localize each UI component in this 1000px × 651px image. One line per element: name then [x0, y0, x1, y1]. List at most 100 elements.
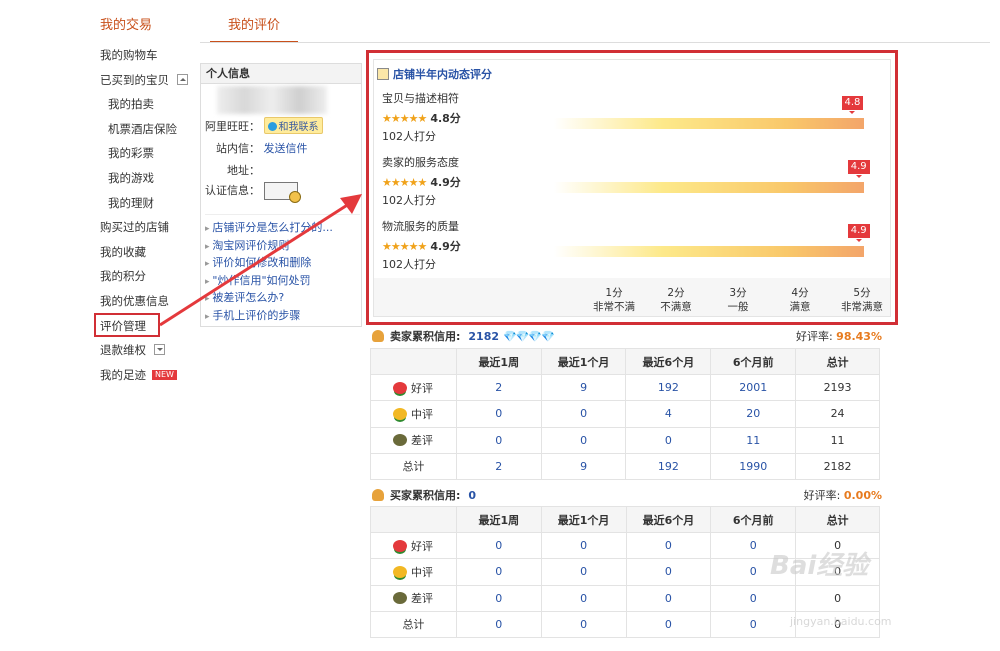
- table-cell[interactable]: 0: [540, 584, 627, 612]
- buyer-credit-value[interactable]: 0: [468, 489, 476, 502]
- table-cell[interactable]: 20: [710, 400, 797, 428]
- seller-credit-value[interactable]: 2182: [468, 330, 499, 343]
- sidebar-item-label: 已买到的宝贝: [100, 72, 169, 87]
- sidebar-item-label: 我的彩票: [108, 146, 154, 161]
- mail-row: 站内信： 发送信件: [216, 140, 308, 156]
- sidebar-item[interactable]: 我的足迹 NEW: [100, 363, 200, 388]
- row-label-text: 中评: [411, 565, 433, 579]
- seller-good-rate: 好评率: 98.43%: [796, 328, 882, 344]
- sidebar-item[interactable]: 我的积分: [100, 264, 200, 289]
- sidebar-item-label: 我的购物车: [100, 48, 158, 62]
- table-cell[interactable]: 0: [625, 558, 712, 586]
- sidebar-item-label: 我的拍卖: [108, 97, 154, 112]
- scale-desc: 非常满意: [841, 301, 883, 313]
- table-cell[interactable]: 9: [540, 374, 627, 402]
- table-cell[interactable]: 0: [455, 558, 542, 586]
- table-cell[interactable]: 0: [540, 532, 627, 560]
- sidebar-item[interactable]: 退款维权: [100, 338, 200, 363]
- metric-score: 4.8分: [430, 112, 461, 125]
- table-cell[interactable]: 2001: [710, 374, 797, 402]
- metric-count: 102人打分: [382, 194, 436, 207]
- table-cell[interactable]: 9: [540, 452, 627, 480]
- table-cell[interactable]: 1990: [710, 452, 797, 480]
- score-pin: 4.9: [847, 160, 870, 178]
- help-link[interactable]: 评价如何修改和删除: [205, 254, 360, 272]
- table-cell[interactable]: 0: [540, 426, 627, 454]
- sidebar-item[interactable]: 购买过的店铺: [100, 215, 200, 240]
- star-rating: ★★★★★: [382, 240, 427, 253]
- contact-me-button[interactable]: 和我联系: [263, 117, 323, 134]
- table-cell[interactable]: 2: [455, 374, 542, 402]
- expand-icon[interactable]: [154, 344, 165, 356]
- table-cell[interactable]: 192: [625, 452, 712, 480]
- table-cell[interactable]: 0: [455, 426, 542, 454]
- annotation-highlight-box: [94, 313, 160, 337]
- calendar-icon: [377, 68, 389, 80]
- table-header: 最近1周: [455, 347, 542, 376]
- table-header: 6个月前: [710, 347, 797, 376]
- sidebar-item[interactable]: 我的优惠信息: [100, 289, 200, 314]
- table-cell[interactable]: 192: [625, 374, 712, 402]
- tab-my-reviews[interactable]: 我的评价: [210, 14, 298, 43]
- row-label: 总计: [370, 610, 457, 638]
- wangwang-row: 阿里旺旺： 和我联系: [205, 117, 323, 134]
- good-review-icon: [393, 539, 407, 552]
- sidebar-item[interactable]: 机票酒店保险: [100, 117, 200, 142]
- row-label: 差评: [370, 426, 457, 454]
- scale-desc: 一般: [727, 301, 749, 313]
- table-cell[interactable]: 2: [455, 452, 542, 480]
- score-pin: 4.9: [847, 224, 870, 242]
- buyer-rate-label: 好评率:: [803, 489, 841, 502]
- mail-label: 站内信：: [216, 142, 260, 155]
- table-cell[interactable]: 0: [710, 610, 797, 638]
- help-link[interactable]: 手机上评价的步骤: [205, 307, 360, 325]
- table-cell[interactable]: 0: [540, 558, 627, 586]
- buyer-person-icon: [372, 489, 384, 501]
- table-cell[interactable]: 4: [625, 400, 712, 428]
- table-cell[interactable]: 11: [710, 426, 797, 454]
- metric-name: 物流服务的质量: [382, 220, 459, 233]
- table-cell[interactable]: 0: [455, 400, 542, 428]
- sidebar-item-label: 机票酒店保险: [108, 121, 177, 136]
- table-row: 总计 2 9 192 1990 2182: [370, 452, 880, 480]
- scale-desc: 不满意: [660, 301, 692, 313]
- help-link[interactable]: 被差评怎么办?: [205, 289, 360, 307]
- table-cell[interactable]: 0: [455, 532, 542, 560]
- send-mail-link[interactable]: 发送信件: [264, 142, 308, 155]
- seller-credit-header: 卖家累积信用: 2182 💎💎💎💎 好评率: 98.43%: [372, 328, 882, 344]
- seller-person-icon: [372, 330, 384, 342]
- table-cell[interactable]: 0: [710, 584, 797, 612]
- table-cell[interactable]: 0: [625, 532, 712, 560]
- row-label-text: 差评: [411, 592, 433, 606]
- table-cell[interactable]: 0: [540, 400, 627, 428]
- buyer-rate-value: 0.00%: [843, 489, 882, 502]
- sidebar-item[interactable]: 已买到的宝贝: [100, 68, 200, 93]
- metric-score: 4.9分: [430, 176, 461, 189]
- sidebar-item[interactable]: 我的拍卖: [100, 92, 200, 117]
- table-cell[interactable]: 0: [625, 426, 712, 454]
- collapse-icon[interactable]: [177, 73, 188, 85]
- help-links: 店铺评分是怎么打分的...淘宝网评价规则评价如何修改和删除"炒作信用"如何处罚被…: [205, 214, 360, 324]
- help-link[interactable]: 淘宝网评价规则: [205, 237, 360, 255]
- sidebar-item[interactable]: 我的理财: [100, 191, 200, 216]
- table-row: 好评 2 9 192 2001 2193: [370, 374, 880, 402]
- score-pin: 4.8: [841, 96, 864, 114]
- table-cell[interactable]: 0: [455, 610, 542, 638]
- table-cell[interactable]: 0: [625, 584, 712, 612]
- table-cell[interactable]: 0: [540, 610, 627, 638]
- sidebar-item[interactable]: 我的彩票: [100, 141, 200, 166]
- help-link[interactable]: "炒作信用"如何处罚: [205, 272, 360, 290]
- table-cell[interactable]: 0: [625, 610, 712, 638]
- dsr-scale: 1分 非常不满 2分 不满意 3分 一般 4分 满意 5分 非常满意: [584, 286, 884, 316]
- metric-name: 卖家的服务态度: [382, 156, 459, 169]
- sidebar-item[interactable]: 我的游戏: [100, 166, 200, 191]
- certificate-icon[interactable]: [263, 182, 301, 203]
- bad-review-icon: [393, 434, 407, 447]
- table-cell[interactable]: 0: [455, 584, 542, 612]
- scale-score: 3分: [729, 287, 747, 299]
- help-link[interactable]: 店铺评分是怎么打分的...: [205, 219, 360, 237]
- watermark-url: jingyan.baidu.com: [790, 615, 892, 628]
- sidebar-item[interactable]: 我的购物车: [100, 43, 200, 68]
- table-header: 最近6个月: [625, 347, 712, 376]
- sidebar-item[interactable]: 我的收藏: [100, 240, 200, 265]
